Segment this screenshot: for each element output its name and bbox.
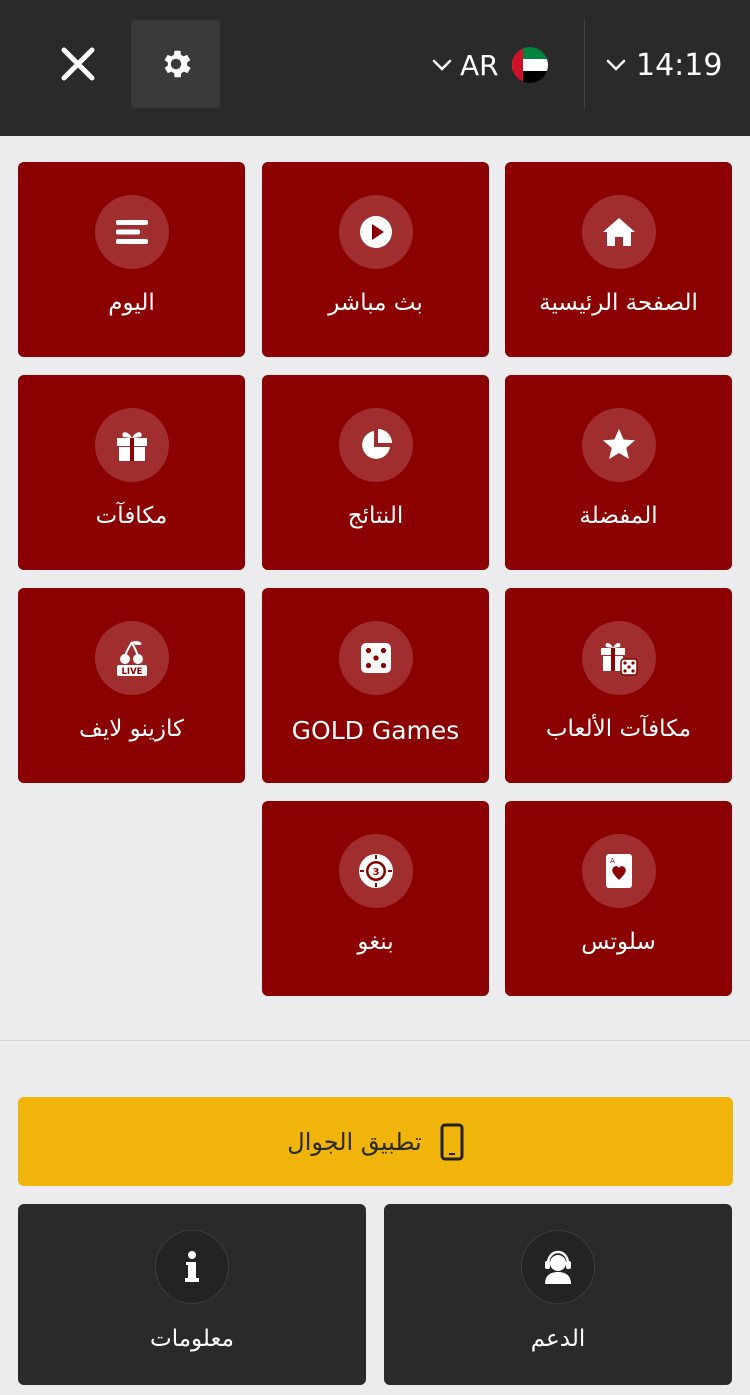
dice-icon [361,643,391,673]
time-label: 14:19 [636,47,723,83]
close-icon [61,47,95,81]
home-icon [603,218,635,246]
close-button[interactable] [46,32,110,96]
menu-tile-label: الصفحة الرئيسية [539,290,698,316]
menu-tile-label: مكافآت [95,503,168,529]
svg-text:A: A [610,857,615,865]
section-divider [0,1040,750,1041]
menu-tile-bingo[interactable]: 3 بنغو [262,801,489,996]
language-label: AR [460,48,499,82]
time-selector[interactable]: 14:19 [606,40,722,90]
menu-tile-home[interactable]: الصفحة الرئيسية [505,162,732,357]
menu-tile-live-casino[interactable]: LIVE كازينو لايف [18,588,245,783]
menu-tile-label: بث مباشر [328,290,423,316]
menu-tile-gold-games[interactable]: GOLD Games [262,588,489,783]
gift-dice-icon [601,643,638,676]
chevron-down-icon [432,59,452,71]
language-selector[interactable]: AR [432,40,549,90]
info-label: معلومات [150,1326,234,1352]
play-icon [360,216,392,248]
support-label: الدعم [530,1326,586,1352]
mobile-app-button[interactable]: تطبيق الجوال [18,1097,733,1186]
menu-tile-label: اليوم [108,290,155,316]
top-bar: AR 14:19 [0,0,750,136]
cherry-live-icon: LIVE [117,640,147,677]
bingo-ball-icon: 3 [359,854,393,888]
info-icon [185,1251,199,1282]
support-button[interactable]: الدعم [384,1204,732,1385]
gift-icon [117,432,147,461]
menu-tile-label: مكافآت الألعاب [545,716,692,742]
menu-tile-label: GOLD Games [291,716,460,745]
mobile-app-label: تطبيق الجوال [287,1127,422,1156]
menu-tile-label: بنغو [357,929,394,955]
svg-text:LIVE: LIVE [122,667,143,677]
star-icon [603,429,635,459]
uae-flag-icon [511,47,548,83]
header-divider [584,20,585,108]
settings-button[interactable] [131,20,220,108]
menu-tile-today[interactable]: اليوم [18,162,245,357]
menu-tile-favorites[interactable]: المفضلة [505,375,732,570]
chevron-down-icon [606,59,626,71]
menu-tile-game-bonuses[interactable]: مكافآت الألعاب [505,588,732,783]
menu-tile-label: سلوتس [581,929,656,955]
svg-text:3: 3 [373,867,380,878]
info-button[interactable]: معلومات [18,1204,366,1385]
menu-tile-bonuses[interactable]: مكافآت [18,375,245,570]
gear-icon [164,50,191,78]
smartphone-icon [440,1123,464,1160]
menu-tile-label: المفضلة [579,503,658,529]
support-agent-icon [545,1250,571,1284]
menu-tile-slots[interactable]: A سلوتس [505,801,732,996]
list-icon [116,220,148,244]
menu-tile-label: النتائج [347,503,404,529]
playing-card-icon: A [606,854,632,888]
menu-tile-results[interactable]: النتائج [262,375,489,570]
menu-tile-live-stream[interactable]: بث مباشر [262,162,489,357]
menu-tile-label: كازينو لايف [79,716,184,742]
pie-chart-icon [362,429,392,459]
